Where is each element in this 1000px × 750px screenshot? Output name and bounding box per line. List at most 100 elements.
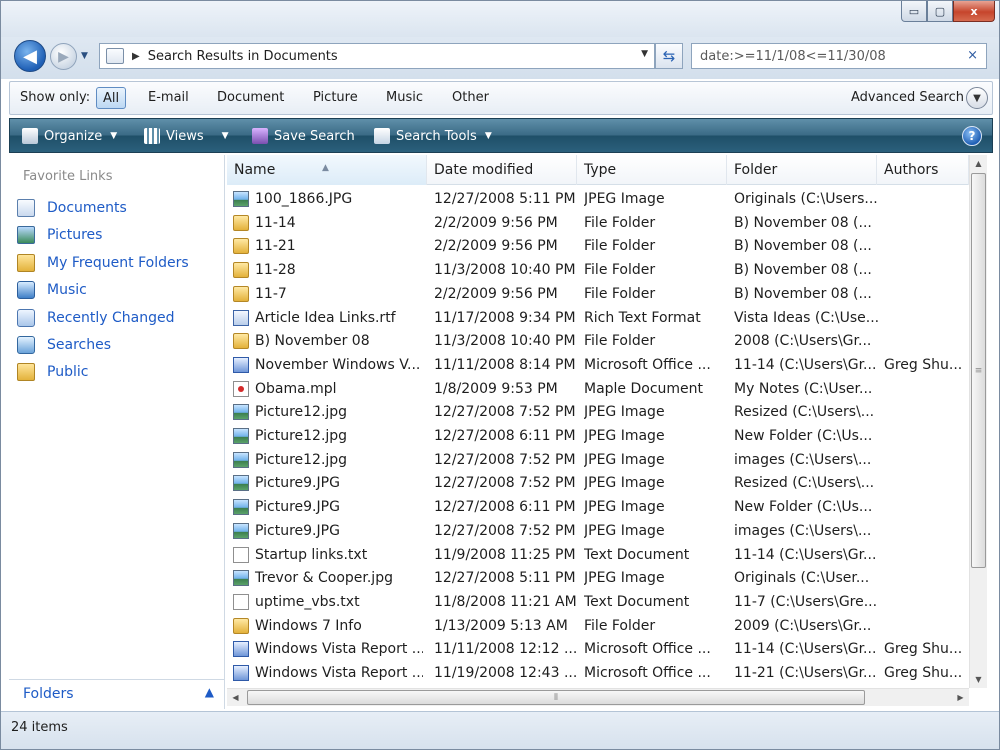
file-row[interactable]: 11-14 2/2/2009 9:56 PM File Folder B) Novem… — [227, 211, 969, 235]
scroll-left-arrow-icon[interactable]: ◀ — [227, 689, 244, 706]
maximize-button[interactable]: ▢ — [927, 1, 953, 22]
file-row[interactable]: Obama.mpl 1/8/2009 9:53 PM Maple Document M… — [227, 377, 969, 401]
file-name-cell[interactable]: Picture12.jpg — [233, 448, 423, 472]
scroll-up-arrow-icon[interactable]: ▲ — [970, 155, 987, 172]
file-name-cell[interactable]: 11-21 — [233, 234, 423, 258]
address-path[interactable]: Search Results in Documents — [148, 49, 338, 64]
file-row[interactable]: 11-21 2/2/2009 9:56 PM File Folder B) Novem… — [227, 234, 969, 258]
file-row[interactable]: Article Idea Links.rtf 11/17/2008 9:34 PM… — [227, 306, 969, 330]
search-input[interactable] — [700, 48, 950, 64]
file-row[interactable]: Picture9.JPG 12/27/2008 6:11 PM JPEG Image… — [227, 495, 969, 519]
file-row[interactable]: November Windows V... 11/11/2008 8:14 PM M… — [227, 353, 969, 377]
file-name-cell[interactable]: Article Idea Links.rtf — [233, 306, 423, 330]
file-name-cell[interactable]: Trevor & Cooper.jpg — [233, 566, 423, 590]
folders-toggle[interactable]: Folders ▲ — [9, 679, 224, 709]
file-row[interactable]: Picture12.jpg 12/27/2008 7:52 PM JPEG Imag… — [227, 448, 969, 472]
column-header-label: Type — [584, 162, 617, 178]
address-bar[interactable]: ▶ Search Results in Documents ▼ — [99, 43, 655, 69]
column-header-date-modified[interactable]: Date modified — [427, 155, 577, 185]
file-row[interactable]: 11-7 2/2/2009 9:56 PM File Folder B) Novemb… — [227, 282, 969, 306]
jpg-file-icon — [233, 522, 249, 539]
vertical-scrollbar[interactable]: ▲ ≡ ▼ — [969, 155, 987, 688]
file-name-cell[interactable]: 11-7 — [233, 282, 423, 306]
file-authors — [884, 448, 969, 472]
file-name-cell[interactable]: Picture12.jpg — [233, 400, 423, 424]
horizontal-scrollbar[interactable]: ◀ ⦀ ▶ — [227, 688, 969, 706]
scroll-right-arrow-icon[interactable]: ▶ — [952, 689, 969, 706]
column-header-folder[interactable]: Folder — [727, 155, 877, 185]
filter-picture[interactable]: Picture — [307, 87, 364, 109]
address-dropdown-icon[interactable]: ▼ — [641, 49, 648, 59]
file-row[interactable]: Windows Vista Report ... 11/19/2008 12:43… — [227, 661, 969, 685]
file-name-cell[interactable]: 100_1866.JPG — [233, 187, 423, 211]
folder-icon — [17, 254, 35, 272]
file-name-cell[interactable]: November Windows V... — [233, 353, 423, 377]
vertical-scroll-thumb[interactable]: ≡ — [971, 173, 986, 568]
file-name-cell[interactable]: 11-14 — [233, 211, 423, 235]
organize-button[interactable]: Organize ▼ — [22, 127, 117, 145]
file-row[interactable]: Picture9.JPG 12/27/2008 7:52 PM JPEG Image… — [227, 471, 969, 495]
favorite-link-my-frequent-folders[interactable]: My Frequent Folders — [17, 252, 189, 274]
file-row[interactable]: uptime_vbs.txt 11/8/2008 11:21 AM Text Doc… — [227, 590, 969, 614]
advanced-search-link[interactable]: Advanced Search — [851, 90, 964, 105]
file-name-cell[interactable]: Picture12.jpg — [233, 424, 423, 448]
file-row[interactable]: Startup links.txt 11/9/2008 11:25 PM Text … — [227, 543, 969, 567]
favorite-link-recently-changed[interactable]: Recently Changed — [17, 307, 175, 329]
filter-all[interactable]: All — [96, 87, 127, 109]
horizontal-scroll-thumb[interactable]: ⦀ — [247, 690, 865, 705]
help-button[interactable]: ? — [962, 126, 982, 146]
refresh-button[interactable]: ⇆ — [655, 43, 683, 69]
file-name-cell[interactable]: Picture9.JPG — [233, 519, 423, 543]
file-row[interactable]: Picture12.jpg 12/27/2008 7:52 PM JPEG Imag… — [227, 400, 969, 424]
file-row[interactable]: Picture12.jpg 12/27/2008 6:11 PM JPEG Imag… — [227, 424, 969, 448]
back-button[interactable]: ◀ — [14, 40, 46, 72]
clear-search-button[interactable]: × — [967, 48, 978, 63]
file-name-cell[interactable]: Windows Vista Report ... — [233, 637, 423, 661]
column-header-authors[interactable]: Authors — [877, 155, 969, 185]
column-header-name[interactable]: Name ▲ — [227, 155, 427, 185]
file-row[interactable]: Trevor & Cooper.jpg 12/27/2008 5:11 PM JPE… — [227, 566, 969, 590]
file-row[interactable]: Windows 7 Info 1/13/2009 5:13 AM File Fold… — [227, 614, 969, 638]
forward-button[interactable]: ▶ — [50, 43, 77, 70]
column-header-type[interactable]: Type — [577, 155, 727, 185]
advanced-search-expand-button[interactable]: ▼ — [966, 87, 988, 109]
favorite-link-documents[interactable]: Documents — [17, 197, 127, 219]
filter-document[interactable]: Document — [211, 87, 290, 109]
file-name: November Windows V... — [255, 356, 421, 373]
file-name-cell[interactable]: B) November 08 — [233, 329, 423, 353]
close-button[interactable]: x — [953, 1, 995, 22]
favorite-link-searches[interactable]: Searches — [17, 334, 111, 356]
filter-music[interactable]: Music — [380, 87, 429, 109]
recent-pages-dropdown[interactable]: ▼ — [81, 49, 93, 63]
file-date-modified: 12/27/2008 5:11 PM — [434, 570, 576, 587]
file-row[interactable]: B) November 08 11/3/2008 10:40 PM File Fol… — [227, 329, 969, 353]
file-name-cell[interactable]: Picture9.JPG — [233, 471, 423, 495]
filter-email[interactable]: E-mail — [142, 87, 195, 109]
file-row[interactable]: 100_1866.JPG 12/27/2008 5:11 PM JPEG Image… — [227, 187, 969, 211]
file-row[interactable]: Picture9.JPG 12/27/2008 7:52 PM JPEG Image… — [227, 519, 969, 543]
save-search-button[interactable]: Save Search — [252, 127, 355, 145]
file-row[interactable]: 11-28 11/3/2008 10:40 PM File Folder B) Nov… — [227, 258, 969, 282]
views-button[interactable]: Views ▼ — [144, 127, 229, 145]
file-name-cell[interactable]: uptime_vbs.txt — [233, 590, 423, 614]
jpg-file-icon — [233, 499, 249, 516]
file-name: Windows Vista Report ... — [255, 641, 423, 658]
file-name-cell[interactable]: Windows 7 Info — [233, 614, 423, 638]
command-toolbar: Organize ▼ Views ▼ Save Search Search To… — [9, 118, 993, 153]
file-name-cell[interactable]: 11-28 — [233, 258, 423, 282]
breadcrumb-separator-icon[interactable]: ▶ — [132, 51, 140, 62]
file-name-cell[interactable]: Startup links.txt — [233, 543, 423, 567]
favorite-link-public[interactable]: Public — [17, 361, 88, 383]
filter-other[interactable]: Other — [446, 87, 495, 109]
file-name-cell[interactable]: Obama.mpl — [233, 377, 423, 401]
favorite-link-music[interactable]: Music — [17, 279, 87, 301]
search-tools-button[interactable]: Search Tools ▼ — [374, 127, 492, 145]
file-name-cell[interactable]: Picture9.JPG — [233, 495, 423, 519]
scroll-down-arrow-icon[interactable]: ▼ — [970, 671, 987, 688]
file-name-cell[interactable]: Windows Vista Report ... — [233, 661, 423, 685]
minimize-button[interactable]: ▭ — [901, 1, 927, 22]
search-box[interactable]: × — [691, 43, 987, 69]
file-row[interactable]: Windows Vista Report ... 11/11/2008 12:12… — [227, 637, 969, 661]
favorite-link-pictures[interactable]: Pictures — [17, 224, 102, 246]
show-only-label: Show only: — [20, 90, 91, 105]
